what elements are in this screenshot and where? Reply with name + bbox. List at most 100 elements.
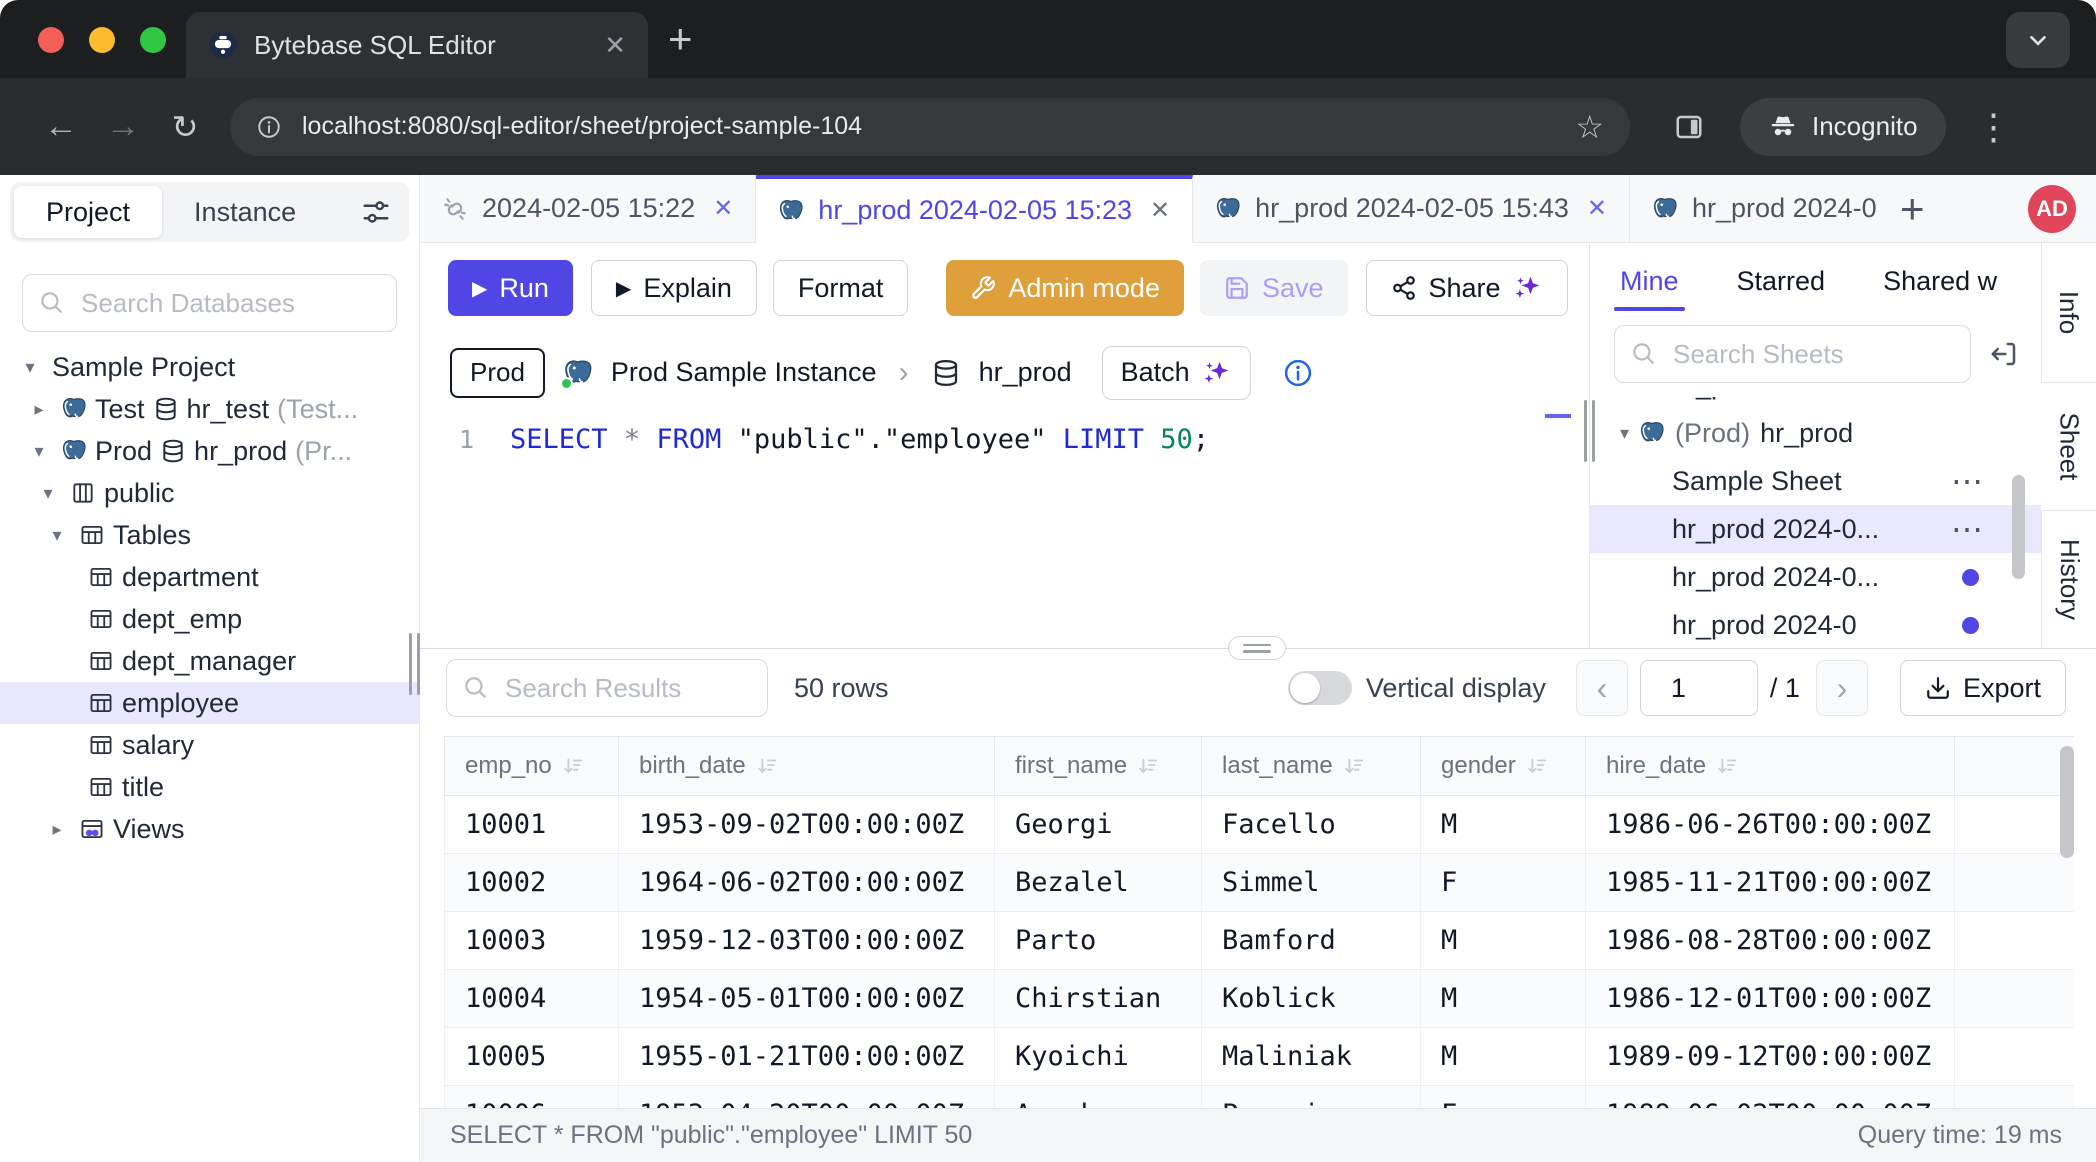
reload-button[interactable]: ↻ (154, 108, 216, 146)
sheet-group[interactable]: ▾(Prod)hr_prod (1590, 409, 2041, 457)
connection-info-icon[interactable] (1283, 358, 1313, 388)
minimize-window-button[interactable] (89, 27, 115, 53)
back-button[interactable]: ← (30, 107, 92, 146)
browser-tab[interactable]: Bytebase SQL Editor ✕ (186, 12, 648, 78)
column-header-first-name[interactable]: first_name (995, 737, 1202, 795)
share-button[interactable]: Share (1366, 260, 1568, 316)
tree-item-department[interactable]: department (0, 556, 419, 598)
database-name[interactable]: hr_prod (979, 357, 1072, 388)
panel-resize-handle[interactable] (1584, 400, 1595, 462)
split-resize-handle[interactable] (1228, 636, 1286, 660)
next-page-button[interactable]: › (1816, 660, 1868, 716)
tree-item-test-hr-test-test[interactable]: ▸Testhr_test(Test... (0, 388, 419, 430)
export-button[interactable]: Export (1900, 660, 2066, 716)
close-sheet-icon[interactable]: ✕ (1150, 196, 1170, 225)
tab-overflow-button[interactable] (2006, 12, 2070, 68)
worksheet-tab-hr-prod-2024-02-05-15-23[interactable]: hr_prod 2024-02-05 15:23✕ (756, 175, 1193, 243)
tree-item-employee[interactable]: employee (0, 682, 419, 724)
cell-emp-no: 10003 (445, 912, 619, 969)
column-header-last-name[interactable]: last_name (1202, 737, 1421, 795)
batch-button[interactable]: Batch (1102, 346, 1251, 400)
side-tab-history[interactable]: History (2041, 511, 2096, 648)
bookmark-star-icon[interactable]: ☆ (1575, 108, 1604, 146)
column-header-gender[interactable]: gender (1421, 737, 1586, 795)
tree-item-tables[interactable]: ▾Tables (0, 514, 419, 556)
table-row[interactable]: 100021964-06-02T00:00:00ZBezalelSimmelF1… (444, 854, 2074, 912)
format-button[interactable]: Format (773, 260, 909, 316)
forward-button[interactable]: → (92, 107, 154, 146)
table-row[interactable]: 100031959-12-03T00:00:00ZPartoBamfordM19… (444, 912, 2074, 970)
cell-hire-date: 1986-12-01T00:00:00Z (1586, 970, 1955, 1027)
close-window-button[interactable] (38, 27, 64, 53)
tree-item-public[interactable]: ▾public (0, 472, 419, 514)
search-results-input[interactable] (446, 659, 768, 717)
cell-emp-no: 10006 (445, 1086, 619, 1108)
sheet-item-clipped[interactable]: hr_prod 2024-0... (1590, 397, 2041, 409)
cell-last-name: Maliniak (1202, 1028, 1421, 1085)
tree-item-salary[interactable]: salary (0, 724, 419, 766)
import-sheet-icon[interactable] (1989, 339, 2019, 369)
cell-last-name: Preusig (1202, 1086, 1421, 1108)
table-row[interactable]: 100061953-04-20T00:00:00ZAnnekePreusigF1… (444, 1086, 2074, 1108)
column-header-emp-no[interactable]: emp_no (445, 737, 619, 795)
search-sheets-input[interactable] (1614, 325, 1971, 383)
table-row[interactable]: 100011953-09-02T00:00:00ZGeorgiFacelloM1… (444, 796, 2074, 854)
instance-name[interactable]: Prod Sample Instance (611, 357, 877, 388)
tree-item-sample-project[interactable]: ▾Sample Project (0, 346, 419, 388)
prev-page-button[interactable]: ‹ (1576, 660, 1628, 716)
sidebar-resize-handle[interactable] (409, 633, 420, 695)
column-header-hire-date[interactable]: hire_date (1586, 737, 1955, 795)
sheet-menu-icon[interactable]: ⋯ (1951, 510, 1983, 548)
tab-instance[interactable]: Instance (162, 186, 328, 238)
url-bar[interactable]: localhost:8080/sql-editor/sheet/project-… (230, 98, 1630, 156)
column-header-birth-date[interactable]: birth_date (619, 737, 995, 795)
sheet-menu-icon[interactable]: ⋯ (1951, 462, 1983, 500)
side-tab-info[interactable]: Info (2041, 243, 2096, 383)
sheet-item-sample-sheet[interactable]: Sample Sheet⋯ (1590, 457, 2041, 505)
tree-item-dept-manager[interactable]: dept_manager (0, 640, 419, 682)
site-info-icon[interactable] (256, 114, 282, 140)
browser-menu-button[interactable]: ⋮ (1976, 106, 2012, 148)
tab-starred[interactable]: Starred (1737, 243, 1826, 319)
bytebase-favicon-icon (208, 30, 238, 60)
tree-item-views[interactable]: ▸Views (0, 808, 419, 850)
tree-item-prod-hr-prod-pr[interactable]: ▾Prodhr_prod(Pr... (0, 430, 419, 472)
sheet-item-hr-prod-2024-0[interactable]: hr_prod 2024-0... (1590, 553, 2041, 601)
close-tab-icon[interactable]: ✕ (604, 30, 626, 61)
tree-item-title[interactable]: title (0, 766, 419, 808)
tree-item-dept-emp[interactable]: dept_emp (0, 598, 419, 640)
sheet-item-hr-prod-2024-0[interactable]: hr_prod 2024-0 (1590, 601, 2041, 648)
sheet-item-hr-prod-2024-0[interactable]: hr_prod 2024-0...⋯ (1590, 505, 2041, 553)
worksheet-tab-2024-02-05-15-22[interactable]: 2024-02-05 15:22✕ (420, 175, 756, 242)
vertical-display-toggle[interactable] (1288, 671, 1352, 705)
table-row[interactable]: 100051955-01-21T00:00:00ZKyoichiMaliniak… (444, 1028, 2074, 1086)
window-controls[interactable] (38, 27, 166, 53)
side-tab-sheet[interactable]: Sheet (2041, 383, 2096, 511)
tab-project[interactable]: Project (14, 186, 162, 238)
save-button[interactable]: Save (1200, 260, 1348, 316)
user-avatar[interactable]: AD (2028, 185, 2076, 233)
table-row[interactable]: 100041954-05-01T00:00:00ZChirstianKoblic… (444, 970, 2074, 1028)
close-sheet-icon[interactable]: ✕ (713, 194, 733, 223)
run-button[interactable]: ▶ Run (448, 260, 573, 316)
filter-settings-icon[interactable] (361, 197, 391, 227)
search-icon (38, 289, 64, 315)
search-databases-input[interactable] (22, 274, 397, 332)
explain-button[interactable]: ▶ Explain (591, 260, 757, 316)
side-panel-icon[interactable] (1674, 112, 1704, 142)
ai-sparkle-icon (1513, 273, 1543, 303)
zoom-window-button[interactable] (140, 27, 166, 53)
new-tab-button[interactable]: + (668, 14, 693, 64)
worksheet-tab-hr-prod-2024-0[interactable]: hr_prod 2024-0 (1630, 175, 1886, 242)
sql-code-editor[interactable]: 1 SELECT * FROM "public"."employee" LIMI… (420, 412, 1589, 648)
page-number-input[interactable] (1640, 660, 1758, 716)
admin-mode-button[interactable]: Admin mode (946, 260, 1184, 316)
worksheet-tab-hr-prod-2024-02-05-15-43[interactable]: hr_prod 2024-02-05 15:43✕ (1193, 175, 1630, 242)
download-icon (1925, 675, 1951, 701)
close-sheet-icon[interactable]: ✕ (1587, 194, 1607, 223)
results-scrollbar[interactable] (2060, 746, 2074, 858)
new-sheet-button[interactable]: + (1900, 188, 1925, 230)
tab-mine[interactable]: Mine (1620, 243, 1679, 319)
sheet-list-scrollbar[interactable] (2012, 475, 2025, 579)
tab-shared[interactable]: Shared w (1883, 243, 1997, 319)
